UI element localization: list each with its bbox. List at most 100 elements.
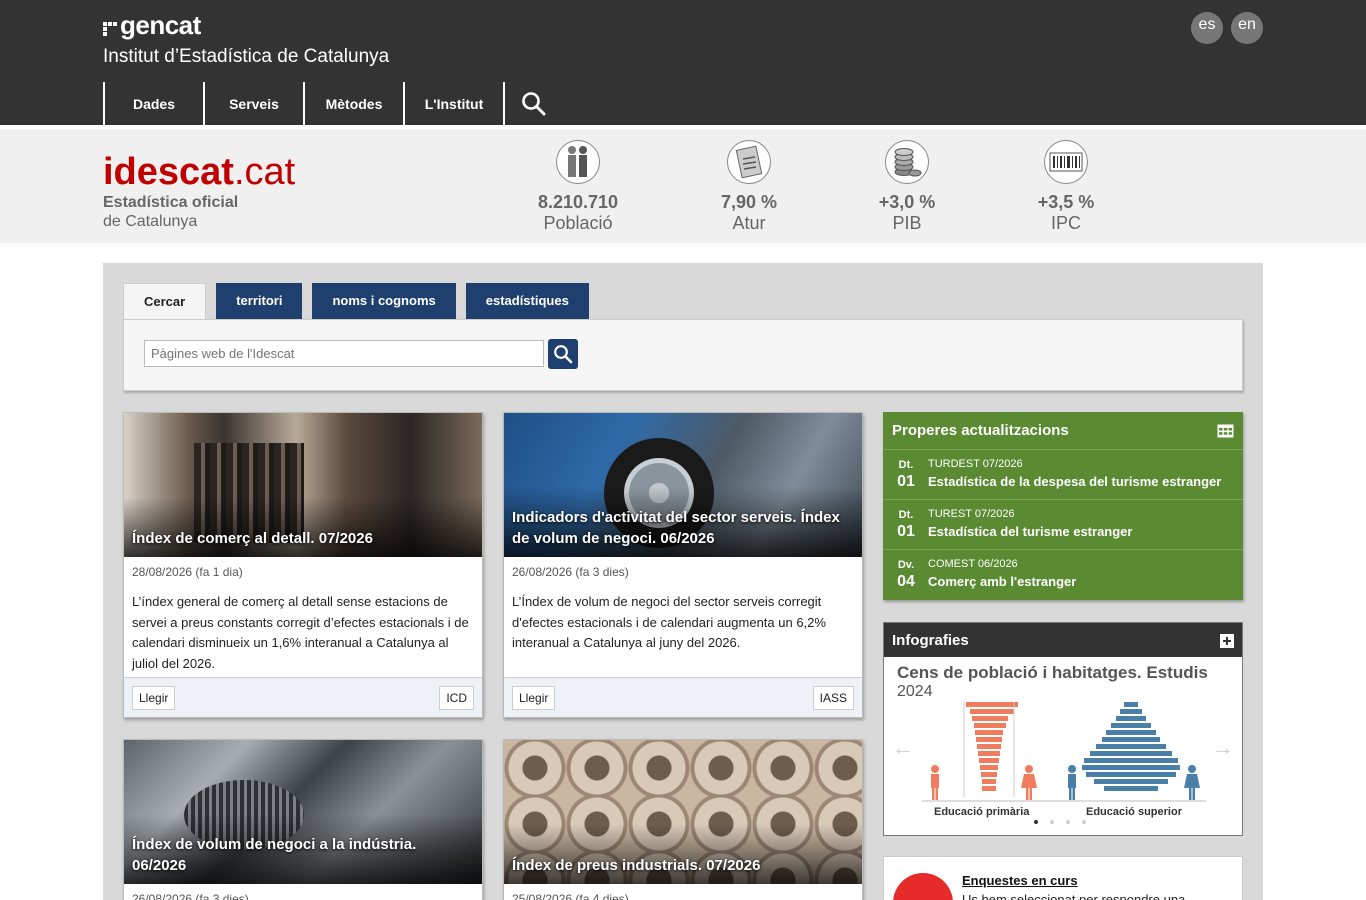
kpi-ipc[interactable]: +3,5 % IPC xyxy=(1006,140,1126,234)
card-date: 26/08/2026 (fa 3 dies) xyxy=(512,565,629,579)
card-image-hex-nuts[interactable]: Índex de preus industrials. 07/2026 xyxy=(504,740,862,884)
slide-dot[interactable] xyxy=(1050,820,1054,824)
calendar-table-icon[interactable] xyxy=(1217,424,1234,438)
card-image-tire-service[interactable]: Indicadors d'activitat del sector servei… xyxy=(504,413,862,557)
survey-panel: Enquestes en curs Us hem seleccionat per… xyxy=(883,856,1243,900)
update-code: TUREST 07/2026 xyxy=(928,508,1015,520)
card-date: 26/08/2026 (fa 3 dies) xyxy=(132,892,249,900)
update-item[interactable]: Dv. 04 COMEST 06/2026 Comerç amb l'estra… xyxy=(883,550,1243,600)
population-icon xyxy=(556,140,600,184)
search-icon xyxy=(522,91,546,115)
card-image-clothing-store[interactable]: Índex de comerç al detall. 07/2026 xyxy=(124,413,482,557)
card-date: 28/08/2026 (fa 1 dia) xyxy=(132,565,243,579)
read-button[interactable]: Llegir xyxy=(132,686,176,710)
card-title[interactable]: Indicadors d'activitat del sector servei… xyxy=(512,507,854,549)
update-daynum: 01 xyxy=(897,473,915,490)
infographic-slide[interactable]: Cens de població i habitatges. Estudis 2… xyxy=(884,657,1242,835)
update-daynum: 01 xyxy=(897,523,915,540)
kpi-value: +3,0 % xyxy=(878,192,936,212)
update-weekday: Dt. xyxy=(898,509,914,521)
update-weekday: Dv. xyxy=(897,559,915,571)
slide-dot[interactable] xyxy=(1034,820,1038,824)
gencat-logo-icon xyxy=(103,21,117,36)
kpi-poblacio[interactable]: 8.210.710 Població xyxy=(518,140,638,234)
main-panel: Cercar territori noms i cognoms estadíst… xyxy=(103,263,1263,900)
nav-metodes[interactable]: Mètodes xyxy=(303,82,403,125)
update-item[interactable]: Dt. 01 TUREST 07/2026 Estadística del tu… xyxy=(883,500,1243,550)
survey-text: Us hem seleccionat per respondre una xyxy=(962,892,1186,900)
stats-banner: idescat.cat Estadística oficial de Catal… xyxy=(0,129,1366,243)
update-name[interactable]: Comerç amb l'estranger xyxy=(928,574,1076,589)
brand-subtitle-2: de Catalunya xyxy=(103,213,198,230)
update-name[interactable]: Estadística de la despesa del turisme es… xyxy=(928,474,1221,489)
tab-noms-cognoms[interactable]: noms i cognoms xyxy=(312,283,456,319)
slide-dot[interactable] xyxy=(1066,820,1070,824)
kpi-value: +3,5 % xyxy=(1037,192,1095,212)
infographics-heading[interactable]: Infografies xyxy=(884,623,1242,657)
kpi-label: Atur xyxy=(732,213,766,233)
gencat-logo[interactable]: gencat xyxy=(103,10,201,41)
card-title[interactable]: Índex de volum de negoci a la indústria.… xyxy=(132,834,474,876)
search-icon xyxy=(554,345,573,364)
kpi-label: IPC xyxy=(1050,213,1081,233)
kpi-label: Població xyxy=(543,213,613,233)
search-tabs: Cercar territori noms i cognoms estadíst… xyxy=(123,283,589,320)
lang-en-button[interactable]: en xyxy=(1231,12,1263,44)
update-item[interactable]: Dt. 01 TURDEST 07/2026 Estadística de la… xyxy=(883,450,1243,500)
plus-icon[interactable] xyxy=(1220,634,1234,648)
idescat-brand[interactable]: idescat.cat xyxy=(103,151,295,194)
update-name[interactable]: Estadística del turisme estranger xyxy=(928,524,1132,539)
nav-dades[interactable]: Dades xyxy=(103,82,203,125)
institute-name[interactable]: Institut d’Estadística de Catalunya xyxy=(103,46,389,68)
brand-subtitle: Estadística oficial xyxy=(103,194,239,211)
barcode-icon xyxy=(1044,140,1088,184)
kpi-value: 8.210.710 xyxy=(537,192,619,212)
site-header: gencat Institut d’Estadística de Catalun… xyxy=(0,0,1366,125)
search-input[interactable] xyxy=(144,340,544,367)
card-title[interactable]: Índex de comerç al detall. 07/2026 xyxy=(132,528,474,549)
card-image-industry-machine[interactable]: Índex de volum de negoci a la indústria.… xyxy=(124,740,482,884)
slide-dots xyxy=(1034,820,1086,824)
news-card: Índex de preus industrials. 07/2026 25/0… xyxy=(503,739,863,900)
updates-heading[interactable]: Properes actualitzacions xyxy=(883,412,1243,450)
infographic-label-right: Educació superior xyxy=(1086,806,1182,818)
search-panel xyxy=(123,319,1243,391)
news-card: Índex de volum de negoci a la indústria.… xyxy=(123,739,483,900)
nav-serveis[interactable]: Serveis xyxy=(203,82,303,125)
update-weekday: Dt. xyxy=(898,459,914,471)
card-footer: Llegir ICD xyxy=(124,677,482,717)
news-card: Índex de comerç al detall. 07/2026 28/08… xyxy=(123,412,483,718)
main-nav: Dades Serveis Mètodes L'Institut xyxy=(103,82,563,125)
card-text: L’índex general de comerç al detall sens… xyxy=(132,594,469,671)
lang-es-button[interactable]: es xyxy=(1191,12,1223,44)
card-footer: Llegir IASS xyxy=(504,677,862,717)
kpi-value: 7,90 % xyxy=(720,192,778,212)
coins-icon xyxy=(885,140,929,184)
card-text: L’Índex de volum de negoci del sector se… xyxy=(512,594,826,650)
search-submit-button[interactable] xyxy=(548,339,578,369)
nav-search-button[interactable] xyxy=(503,82,563,125)
card-title[interactable]: Índex de preus industrials. 07/2026 xyxy=(512,855,854,876)
upcoming-updates-panel: Properes actualitzacions Dt. 01 TURDEST … xyxy=(883,412,1243,600)
news-card: Indicadors d'activitat del sector servei… xyxy=(503,412,863,718)
kpi-pib[interactable]: +3,0 % PIB xyxy=(847,140,967,234)
stat-tag-button[interactable]: ICD xyxy=(439,686,474,710)
nav-institut[interactable]: L'Institut xyxy=(403,82,503,125)
tab-territori[interactable]: territori xyxy=(216,283,303,319)
update-daynum: 04 xyxy=(897,573,915,590)
arrow-left-icon[interactable]: ← xyxy=(892,735,914,761)
survey-icon xyxy=(893,873,953,900)
kpi-atur[interactable]: 7,90 % Atur xyxy=(689,140,809,234)
stat-tag-button[interactable]: IASS xyxy=(812,686,854,710)
kpi-label: PIB xyxy=(892,213,922,233)
infographics-panel: Infografies Cens de població i habitatge… xyxy=(883,622,1243,836)
slide-dot[interactable] xyxy=(1082,820,1086,824)
survey-link[interactable]: Enquestes en curs xyxy=(962,873,1078,888)
infographic-label-left: Educació primària xyxy=(934,806,1030,818)
tab-estadistiques[interactable]: estadístiques xyxy=(465,283,589,319)
card-date: 25/08/2026 (fa 4 dies) xyxy=(512,892,629,900)
read-button[interactable]: Llegir xyxy=(512,686,556,710)
tab-cercar[interactable]: Cercar xyxy=(123,283,207,320)
arrow-right-icon[interactable]: → xyxy=(1212,735,1234,761)
update-code: COMEST 06/2026 xyxy=(928,558,1018,570)
